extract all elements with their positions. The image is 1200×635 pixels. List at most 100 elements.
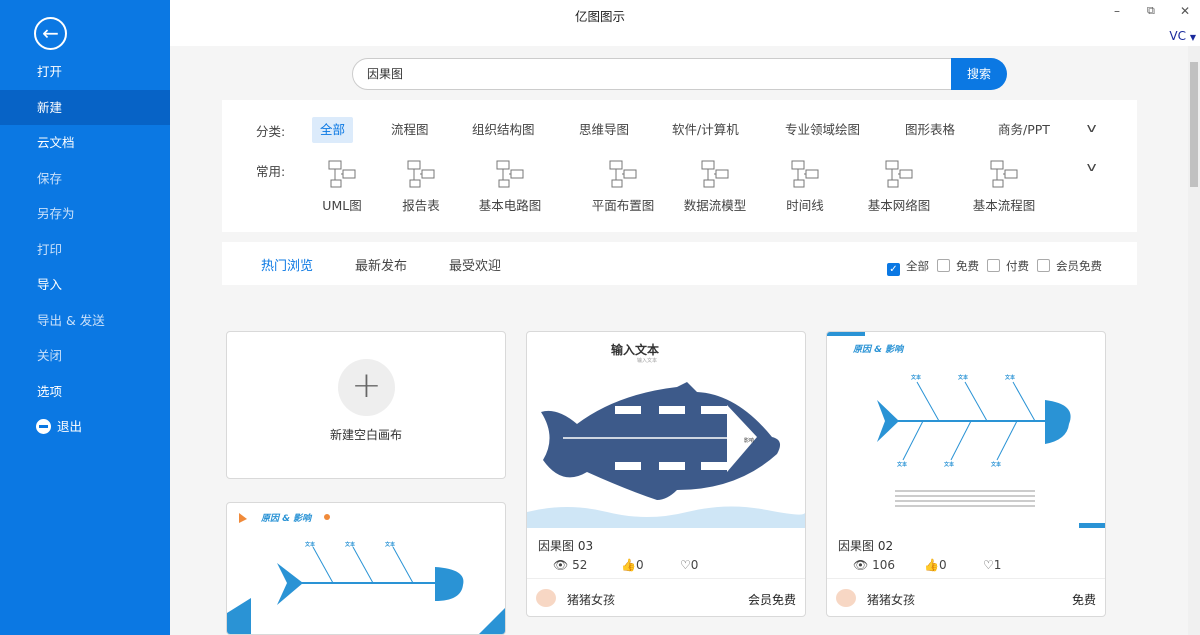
- svg-text:文本: 文本: [897, 461, 908, 468]
- card-footer: 猪猪女孩 免费: [827, 578, 1105, 616]
- filter-free[interactable]: 免费: [937, 258, 979, 274]
- chevron-down-icon[interactable]: v: [1087, 121, 1097, 135]
- filter-paid[interactable]: 付费: [987, 258, 1029, 274]
- template-card[interactable]: 原因 & 影响 文本 文本 文本 文本 文本 文本 因果图 02 👁 106 👍0 ♡1 …: [826, 331, 1106, 617]
- common-template-5[interactable]: 时间线: [760, 158, 850, 214]
- restore-icon[interactable]: ⧉: [1147, 4, 1155, 18]
- common-template-1[interactable]: 报告表: [376, 158, 466, 214]
- category-professional[interactable]: 专业领域绘图: [777, 117, 868, 143]
- favorites-count[interactable]: ♡1: [983, 557, 1001, 573]
- svg-text:文本: 文本: [345, 541, 356, 548]
- tab-newest[interactable]: 最新发布: [355, 255, 407, 274]
- common-template-4[interactable]: 数据流模型: [670, 158, 760, 214]
- category-mindmap[interactable]: 思维导图: [571, 117, 637, 143]
- minimize-icon[interactable]: –: [1114, 4, 1120, 18]
- template-icon: [328, 160, 356, 188]
- svg-text:输入文本: 输入文本: [637, 357, 657, 364]
- likes-count[interactable]: 👍0: [621, 557, 644, 573]
- sidebar-item-print[interactable]: 打印: [0, 232, 170, 268]
- search-button[interactable]: 搜索: [951, 58, 1007, 90]
- svg-text:文本: 文本: [991, 461, 1002, 468]
- svg-text:文本: 文本: [1005, 374, 1016, 381]
- common-label: 常用:: [256, 164, 286, 179]
- sidebar-item-open[interactable]: 打开: [0, 54, 170, 90]
- checkbox[interactable]: [937, 259, 950, 272]
- sidebar-item-close[interactable]: 关闭: [0, 338, 170, 374]
- template-icon: [496, 160, 524, 188]
- tabs-panel: 热门浏览 最新发布 最受欢迎 ✓ 全部 免费 付费 会员免费: [222, 242, 1137, 285]
- sidebar-item-cloud[interactable]: 云文档: [0, 125, 170, 161]
- category-org[interactable]: 组织结构图: [464, 117, 543, 143]
- author-name[interactable]: 猪猪女孩: [867, 591, 915, 608]
- user-menu[interactable]: VC ▼: [1169, 29, 1196, 43]
- eye-icon: 👁: [553, 558, 569, 572]
- sidebar-item-exit[interactable]: 退出: [0, 409, 170, 445]
- filter-member-free[interactable]: 会员免费: [1037, 258, 1102, 274]
- back-arrow-icon[interactable]: ←: [34, 17, 67, 50]
- template-icon: [791, 160, 819, 188]
- sidebar-item-export[interactable]: 导出 & 发送: [0, 303, 170, 339]
- price-badge: 免费: [1071, 593, 1096, 607]
- exit-label: 退出: [57, 419, 83, 434]
- sidebar-item-import[interactable]: 导入: [0, 267, 170, 303]
- search-input[interactable]: 因果图: [352, 58, 952, 90]
- fishbone-thumbnail: 原因 & 影响 文本 文本 文本文本 文本 文本: [827, 332, 1105, 528]
- template-label: UML图: [322, 198, 362, 213]
- common-template-6[interactable]: 基本网络图: [854, 158, 944, 214]
- likes-count[interactable]: 👍0: [924, 557, 947, 573]
- fishbone-thumbnail: 原因 & 影响 文本 文本 文本: [227, 513, 505, 634]
- card-footer: 猪猪女孩 会员免费: [527, 578, 805, 616]
- category-software[interactable]: 软件/计算机: [664, 117, 747, 143]
- category-flowchart[interactable]: 流程图: [383, 117, 437, 143]
- caret-down-icon: ▼: [1189, 33, 1196, 42]
- filter-label: 全部: [906, 259, 929, 273]
- chevron-down-icon[interactable]: v: [1087, 160, 1097, 174]
- sidebar: ← 打开 新建 云文档 保存 另存为 打印 导入 导出 & 发送 关闭 选项 退…: [0, 0, 170, 635]
- filter-all[interactable]: ✓ 全部: [887, 258, 929, 276]
- category-graphics[interactable]: 图形表格: [897, 117, 963, 143]
- template-label: 基本流程图: [972, 198, 1036, 213]
- close-icon[interactable]: ✕: [1180, 4, 1190, 18]
- sidebar-item-options[interactable]: 选项: [0, 374, 170, 410]
- category-business[interactable]: 商务/PPT: [990, 117, 1058, 143]
- exit-icon: [36, 419, 51, 434]
- common-template-2[interactable]: 基本电路图: [465, 158, 555, 214]
- svg-text:输入文本: 输入文本: [611, 342, 659, 357]
- template-label: 平面布置图: [591, 198, 655, 213]
- thumbs-up-icon: 👍: [924, 558, 939, 572]
- svg-text:影响: 影响: [744, 437, 754, 444]
- scrollbar-thumb[interactable]: [1190, 62, 1198, 187]
- new-blank-canvas-card[interactable]: + 新建空白画布: [226, 331, 506, 479]
- eye-icon: 👁: [853, 558, 869, 572]
- checkbox[interactable]: [1037, 259, 1050, 272]
- template-icon: [407, 160, 435, 188]
- app-title: 亿图图示: [574, 9, 625, 24]
- template-card[interactable]: 原因 & 影响 文本 文本 文本: [226, 502, 506, 635]
- common-template-7[interactable]: 基本流程图: [959, 158, 1049, 214]
- sidebar-item-save[interactable]: 保存: [0, 161, 170, 197]
- scrollbar[interactable]: [1188, 46, 1200, 635]
- template-card[interactable]: 输入文本 输入文本 影响 因果图 03 👁 52 👍0 ♡0 猪猪女孩 会员免费: [526, 331, 806, 617]
- plus-icon: +: [338, 359, 395, 416]
- avatar: [836, 589, 856, 607]
- sidebar-item-new[interactable]: 新建: [0, 89, 170, 125]
- tab-popular[interactable]: 最受欢迎: [449, 255, 501, 274]
- common-template-0[interactable]: UML图: [297, 158, 387, 214]
- checkbox-checked[interactable]: ✓: [887, 263, 900, 276]
- svg-text:原因 & 影响: 原因 & 影响: [852, 344, 905, 355]
- filter-label: 会员免费: [1056, 259, 1102, 273]
- checkbox[interactable]: [987, 259, 1000, 272]
- price-badge: 会员免费: [747, 593, 796, 607]
- favorites-count[interactable]: ♡0: [680, 557, 698, 573]
- avatar: [536, 589, 556, 607]
- template-name: 因果图 02: [838, 539, 894, 553]
- svg-text:文本: 文本: [305, 541, 316, 548]
- tab-hot[interactable]: 热门浏览: [261, 255, 313, 274]
- author-name[interactable]: 猪猪女孩: [567, 591, 615, 608]
- blank-canvas-label: 新建空白画布: [329, 428, 402, 442]
- svg-text:文本: 文本: [911, 374, 922, 381]
- views-count: 👁 106: [853, 557, 895, 573]
- sidebar-item-save-as[interactable]: 另存为: [0, 196, 170, 232]
- common-template-3[interactable]: 平面布置图: [578, 158, 668, 214]
- category-all[interactable]: 全部: [312, 117, 354, 143]
